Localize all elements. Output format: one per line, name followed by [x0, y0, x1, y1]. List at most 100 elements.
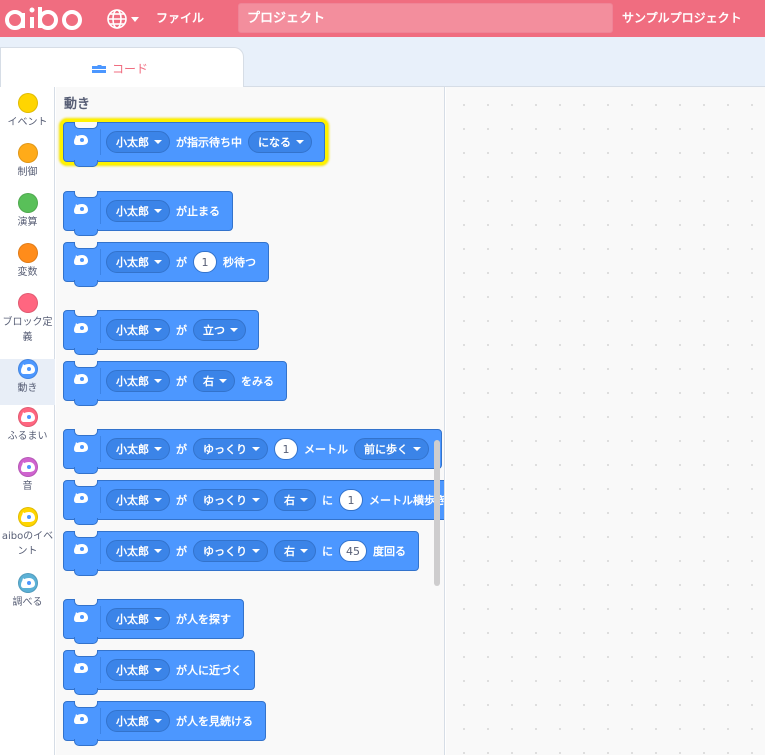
dropdown-value: 右 [284, 494, 295, 507]
tab-code-label: コード [112, 62, 149, 76]
block-dropdown[interactable]: 小太郎 [106, 540, 170, 562]
language-menu[interactable] [106, 6, 142, 32]
category-dot-icon [17, 293, 38, 313]
block-dropdown[interactable]: ゆっくり [193, 438, 268, 460]
code-block[interactable]: 小太郎 が人を探す [63, 599, 244, 644]
aibo-icon [73, 441, 89, 456]
chevron-down-icon [252, 549, 260, 553]
file-menu[interactable]: ファイル [156, 0, 204, 37]
aibo-icon [73, 713, 89, 728]
block-divider [100, 198, 101, 224]
category-label: aiboのイベント [1, 531, 54, 557]
block-dropdown[interactable]: 小太郎 [106, 319, 170, 341]
code-block[interactable]: 小太郎 が ゆっくり 右 に 45 度回る [63, 531, 419, 576]
category-item[interactable]: ブロック定義 [0, 293, 55, 345]
aibo-icon [73, 254, 89, 269]
aibo-icon [17, 507, 38, 527]
block-divider [100, 249, 101, 275]
block-dropdown[interactable]: 小太郎 [106, 131, 170, 153]
block-text: が止まる [176, 205, 220, 218]
block-dropdown[interactable]: ゆっくり [193, 489, 268, 511]
code-block[interactable]: 小太郎 が人を見続ける [63, 701, 266, 746]
dropdown-value: 小太郎 [116, 664, 149, 677]
block-dropdown[interactable]: 小太郎 [106, 489, 170, 511]
code-block[interactable]: 小太郎 が人に近づく [63, 650, 255, 695]
code-block[interactable]: 小太郎 が ゆっくり 1 メートル 前に歩く [63, 429, 442, 474]
chevron-down-icon [154, 668, 162, 672]
category-item[interactable]: イベント [0, 93, 55, 130]
palette-scrollbar[interactable] [434, 440, 440, 586]
block-divider [100, 606, 101, 632]
project-title-input[interactable] [238, 3, 613, 33]
block-text: が [176, 324, 187, 337]
code-block[interactable]: 小太郎 が 1 秒待つ [63, 242, 269, 287]
aibo-icon [73, 611, 89, 626]
dropdown-value: 小太郎 [116, 136, 149, 149]
aibo-icon [73, 134, 89, 149]
category-label: 変数 [17, 267, 38, 278]
block-text: が [176, 375, 187, 388]
block-dropdown[interactable]: 前に歩く [354, 438, 429, 460]
category-label: 制御 [17, 167, 38, 178]
code-workspace[interactable] [446, 87, 765, 755]
block-dropdown[interactable]: 右 [193, 370, 235, 392]
category-dot-icon [17, 93, 38, 113]
code-block[interactable]: 小太郎 が止まる [63, 191, 233, 236]
block-text: メートル [304, 443, 348, 456]
number-input[interactable]: 1 [339, 489, 363, 511]
block-dropdown[interactable]: 小太郎 [106, 710, 170, 732]
block-text: が [176, 494, 187, 507]
block-divider [100, 317, 101, 343]
block-dropdown[interactable]: 立つ [193, 319, 246, 341]
category-item[interactable]: 調べる [0, 573, 55, 610]
top-bar: ファイル サンプルプロジェクト [0, 0, 765, 37]
chevron-down-icon [252, 498, 260, 502]
block-dropdown[interactable]: ゆっくり [193, 540, 268, 562]
block-dropdown[interactable]: 小太郎 [106, 251, 170, 273]
block-dropdown[interactable]: 右 [274, 540, 316, 562]
category-menu: イベント制御演算変数ブロック定義動きふるまい音 aiboのイベント調べる [0, 87, 55, 755]
block-dropdown[interactable]: 小太郎 [106, 659, 170, 681]
dropdown-value: 右 [203, 375, 214, 388]
category-label: 動き [17, 383, 38, 394]
aibo-icon [17, 457, 38, 477]
chevron-down-icon [154, 328, 162, 332]
code-icon [92, 64, 106, 73]
sample-projects-menu[interactable]: サンプルプロジェクト [622, 0, 742, 37]
block-dropdown[interactable]: 小太郎 [106, 200, 170, 222]
code-block[interactable]: 小太郎がゆっくり右に 1 メートル横歩き [63, 480, 444, 525]
category-label: 調べる [12, 597, 43, 608]
block-dropdown[interactable]: 右 [274, 489, 316, 511]
number-input[interactable]: 1 [274, 438, 298, 460]
category-item[interactable]: aiboのイベント [0, 507, 55, 559]
tab-bar: コード [0, 37, 765, 88]
category-item[interactable]: 制御 [0, 143, 55, 180]
category-item[interactable]: 演算 [0, 193, 55, 230]
category-item[interactable]: 変数 [0, 243, 55, 280]
number-input[interactable]: 45 [339, 540, 367, 562]
block-dropdown[interactable]: になる [248, 131, 312, 153]
block-text: が人を探す [176, 613, 231, 626]
number-input[interactable]: 1 [193, 251, 217, 273]
tab-code[interactable]: コード [0, 47, 244, 88]
chevron-down-icon [154, 447, 162, 451]
category-item[interactable]: ふるまい [0, 407, 55, 444]
dropdown-value: 小太郎 [116, 613, 149, 626]
code-block[interactable]: 小太郎 が 右 をみる [63, 361, 287, 406]
aibo-logo[interactable] [4, 5, 88, 33]
category-item[interactable]: 動き [0, 359, 55, 405]
block-dropdown[interactable]: 小太郎 [106, 608, 170, 630]
dropdown-value: ゆっくり [203, 545, 247, 558]
block-dropdown[interactable]: 小太郎 [106, 438, 170, 460]
chevron-down-icon [252, 447, 260, 451]
chevron-down-icon [300, 498, 308, 502]
dropdown-value: 小太郎 [116, 205, 149, 218]
code-block[interactable]: 小太郎 が指示待ち中 になる [63, 122, 325, 167]
block-text: が [176, 545, 187, 558]
chevron-down-icon [154, 719, 162, 723]
block-dropdown[interactable]: 小太郎 [106, 370, 170, 392]
dropdown-value: 前に歩く [364, 443, 408, 456]
category-item[interactable]: 音 [0, 457, 55, 494]
category-label: 音 [22, 481, 33, 492]
code-block[interactable]: 小太郎 が 立つ [63, 310, 259, 355]
